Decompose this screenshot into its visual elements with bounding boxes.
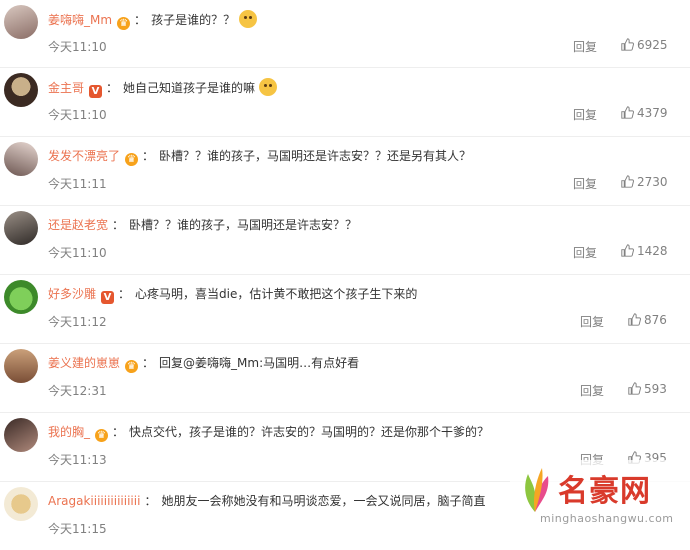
avatar[interactable]: [4, 280, 38, 314]
comment-time: 今天11:10: [48, 40, 107, 54]
comment-row: 姜嗨嗨_Mm ♛：孩子是谁的？？ 今天11:10 回复 6925: [0, 0, 690, 68]
dog-emoji-icon: [239, 10, 258, 28]
watermark-brand: 名豪网: [558, 474, 651, 509]
like-count: 593: [644, 382, 667, 396]
crown-badge-icon: ♛: [117, 17, 131, 30]
reply-button[interactable]: 回复: [580, 313, 604, 330]
like-button[interactable]: 1428: [621, 244, 668, 258]
site-watermark: 名豪网 minghaoshangwu.com: [510, 460, 690, 537]
comment-text: 孩子是谁的？？: [151, 13, 236, 27]
comment-time: 今天11:12: [48, 315, 107, 329]
username-link[interactable]: 好多沙雕: [48, 287, 96, 301]
thumbs-up-icon: [628, 382, 641, 395]
avatar[interactable]: [4, 418, 38, 452]
comment-time: 今天11:13: [48, 453, 107, 467]
like-button[interactable]: 2730: [621, 175, 668, 189]
comment-row: 还是赵老宽：卧槽？？谁的孩子，马国明还是许志安？？ 今天11:10 回复 142…: [0, 206, 690, 275]
thumbs-up-icon: [621, 38, 634, 51]
comment-text: 回复@姜嗨嗨_Mm:马国明…有点好看: [159, 356, 360, 370]
comment-time: 今天11:15: [48, 522, 107, 536]
comment-body: 姜嗨嗨_Mm ♛：孩子是谁的？？: [48, 10, 258, 30]
avatar[interactable]: [4, 142, 38, 176]
leaf-logo-icon: [525, 468, 549, 512]
like-count: 876: [644, 313, 667, 327]
avatar[interactable]: [4, 487, 38, 521]
comment-text: 快点交代，孩子是谁的？许志安的？马国明的？还是你那个干爹的？: [129, 425, 490, 439]
like-count: 1428: [637, 244, 668, 258]
comment-time: 今天12:31: [48, 384, 107, 398]
comment-body: Aragakiiiiiiiiiiiiiii：她朋友一会称她没有和马明谈恋爱，一会…: [48, 494, 486, 508]
comment-body: 姜义建的崽崽 ♛：回复@姜嗨嗨_Mm:马国明…有点好看: [48, 356, 360, 373]
comment-text: 她自己知道孩子是谁的嘛: [123, 81, 256, 95]
reply-button[interactable]: 回复: [573, 244, 597, 261]
verified-v-icon: V: [89, 85, 103, 98]
watermark-url: minghaoshangwu.com: [540, 512, 674, 525]
crown-badge-icon: ♛: [125, 360, 139, 373]
comment-body: 我的胸_ ♛：快点交代，孩子是谁的？许志安的？马国明的？还是你那个干爹的？: [48, 425, 490, 442]
crown-badge-icon: ♛: [125, 153, 139, 166]
thumbs-up-icon: [621, 175, 634, 188]
thinking-emoji-icon: [259, 78, 278, 96]
comment-time: 今天11:11: [48, 177, 107, 191]
reply-button[interactable]: 回复: [580, 382, 604, 399]
avatar[interactable]: [4, 5, 38, 39]
comment-body: 还是赵老宽：卧槽？？谁的孩子，马国明还是许志安？？: [48, 218, 358, 232]
username-link[interactable]: 发发不漂亮了: [48, 149, 120, 163]
like-button[interactable]: 4379: [621, 106, 668, 120]
username-link[interactable]: Aragakiiiiiiiiiiiiiii: [48, 494, 140, 508]
comment-text: 她朋友一会称她没有和马明谈恋爱，一会又说同居，脑子简直: [161, 494, 486, 508]
comment-row: 发发不漂亮了 ♛：卧槽？？谁的孩子，马国明还是许志安？？还是另有其人？ 今天11:…: [0, 137, 690, 206]
reply-button[interactable]: 回复: [573, 106, 597, 123]
username-link[interactable]: 姜嗨嗨_Mm: [48, 13, 112, 27]
like-count: 2730: [637, 175, 668, 189]
comment-body: 好多沙雕 V：心疼马明，喜当die，估计黄不敢把这个孩子生下来的: [48, 287, 418, 304]
username-link[interactable]: 我的胸_: [48, 425, 90, 439]
reply-button[interactable]: 回复: [573, 38, 597, 55]
like-button[interactable]: 6925: [621, 38, 668, 52]
comment-row: 好多沙雕 V：心疼马明，喜当die，估计黄不敢把这个孩子生下来的 今天11:12 …: [0, 275, 690, 344]
username-link[interactable]: 金主哥: [48, 81, 84, 95]
thumbs-up-icon: [621, 106, 634, 119]
avatar[interactable]: [4, 349, 38, 383]
thumbs-up-icon: [628, 313, 641, 326]
like-count: 4379: [637, 106, 668, 120]
comment-text: 卧槽？？谁的孩子，马国明还是许志安？？: [129, 218, 358, 232]
like-button[interactable]: 876: [628, 313, 667, 327]
comment-body: 金主哥 V：她自己知道孩子是谁的嘛: [48, 78, 278, 98]
comment-row: 金主哥 V：她自己知道孩子是谁的嘛 今天11:10 回复 4379: [0, 68, 690, 137]
comment-time: 今天11:10: [48, 246, 107, 260]
reply-button[interactable]: 回复: [573, 175, 597, 192]
verified-v-icon: V: [101, 291, 115, 304]
comment-text: 卧槽？？谁的孩子，马国明还是许志安？？还是另有其人？: [159, 149, 472, 163]
avatar[interactable]: [4, 211, 38, 245]
comment-time: 今天11:10: [48, 108, 107, 122]
crown-badge-icon: ♛: [95, 429, 109, 442]
thumbs-up-icon: [621, 244, 634, 257]
comment-row: 姜义建的崽崽 ♛：回复@姜嗨嗨_Mm:马国明…有点好看 今天12:31 回复 59…: [0, 344, 690, 413]
comment-body: 发发不漂亮了 ♛：卧槽？？谁的孩子，马国明还是许志安？？还是另有其人？: [48, 149, 472, 166]
avatar[interactable]: [4, 73, 38, 107]
username-link[interactable]: 还是赵老宽: [48, 218, 108, 232]
like-count: 6925: [637, 38, 668, 52]
like-button[interactable]: 593: [628, 382, 667, 396]
comment-text: 心疼马明，喜当die，估计黄不敢把这个孩子生下来的: [135, 287, 418, 301]
username-link[interactable]: 姜义建的崽崽: [48, 356, 120, 370]
